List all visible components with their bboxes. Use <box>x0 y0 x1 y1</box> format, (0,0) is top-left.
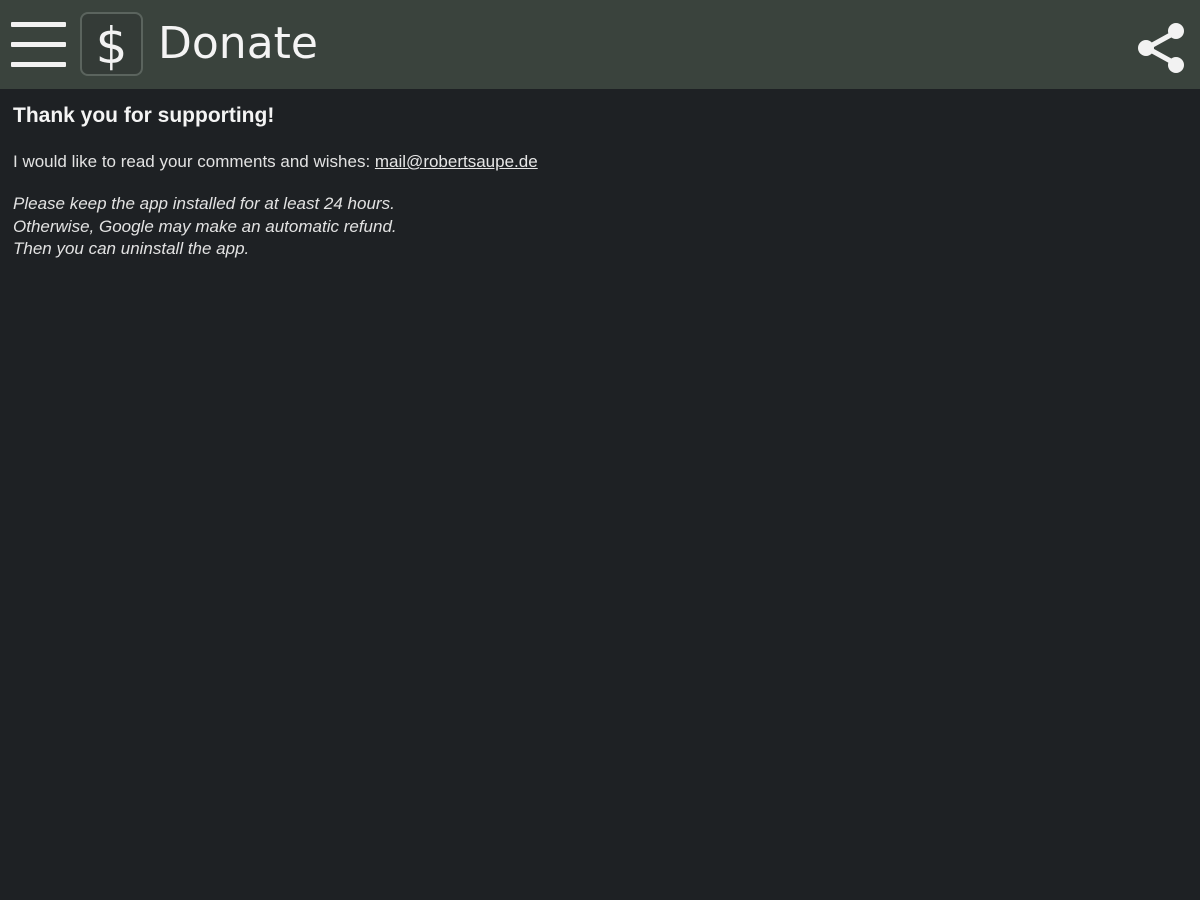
svg-text:$: $ <box>96 17 128 74</box>
note-line: Otherwise, Google may make an automatic … <box>13 216 397 236</box>
dollar-sign-icon: $ <box>80 12 143 76</box>
page-title: Donate <box>158 18 318 69</box>
thank-you-heading: Thank you for supporting! <box>13 104 275 127</box>
hamburger-menu-icon[interactable] <box>11 22 66 72</box>
note-line: Then you can uninstall the app. <box>13 239 250 258</box>
contact-line: I would like to read your comments and w… <box>13 151 1183 173</box>
menu-icon-bar-bottom <box>11 62 66 67</box>
menu-icon-bar-middle <box>11 42 66 47</box>
app-bar: $ Donate <box>0 0 1200 89</box>
email-link[interactable]: mail@robertsaupe.de <box>375 152 538 171</box>
menu-icon-bar-top <box>11 22 66 27</box>
dollar-sign-glyph: $ <box>96 17 128 74</box>
contact-text: I would like to read your comments and w… <box>13 152 375 171</box>
donate-content: Thank you for supporting! I would like t… <box>13 102 1183 261</box>
note-line: Please keep the app installed for at lea… <box>13 194 395 213</box>
install-note: Please keep the app installed for at lea… <box>13 193 1183 261</box>
share-icon[interactable] <box>1136 22 1186 74</box>
